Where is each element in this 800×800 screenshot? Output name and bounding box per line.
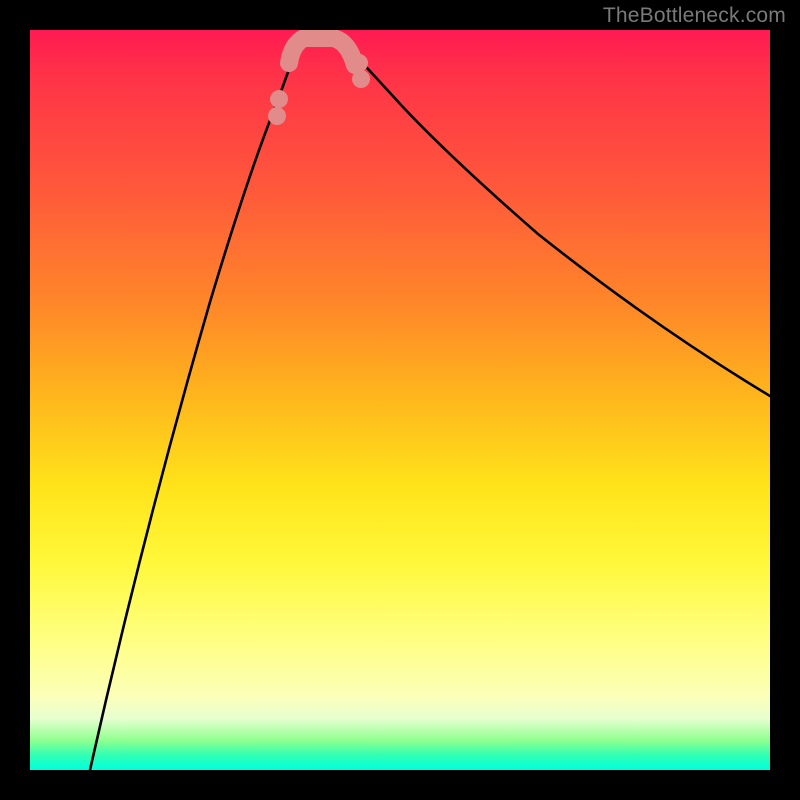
right-curve: [338, 37, 770, 396]
plot-area: [30, 30, 770, 770]
valley-marker-bar: [289, 38, 355, 65]
left-curve: [90, 37, 306, 770]
marker-dot: [350, 54, 368, 72]
chart-frame: TheBottleneck.com: [0, 0, 800, 800]
curve-layer: [30, 30, 770, 770]
watermark-text: TheBottleneck.com: [603, 4, 786, 28]
marker-dot: [270, 90, 288, 108]
marker-dot: [352, 70, 370, 88]
marker-dot: [268, 107, 286, 125]
